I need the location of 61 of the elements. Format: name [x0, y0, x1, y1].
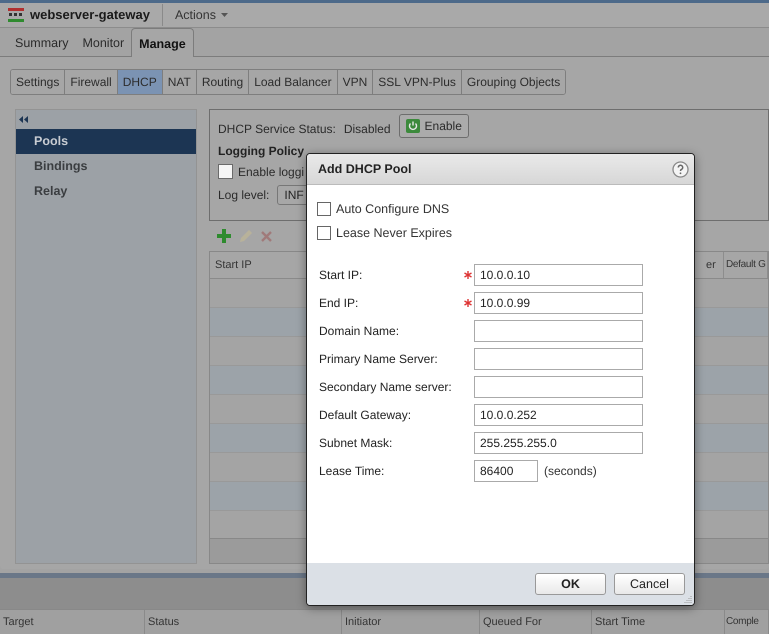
checkbox[interactable]	[317, 226, 331, 240]
ok-button[interactable]: OK	[535, 573, 606, 595]
input-field[interactable]: 10.0.0.99	[474, 292, 643, 314]
input-field[interactable]	[474, 348, 643, 370]
input-field[interactable]: 10.0.0.252	[474, 404, 643, 426]
checkbox-label: Enable loggi	[238, 164, 304, 179]
field-label: Subnet Mask:	[319, 436, 394, 450]
subtab[interactable]: VPN	[338, 70, 374, 94]
subtab[interactable]: Settings	[11, 70, 66, 94]
column-header[interactable]: Queued For	[480, 610, 592, 634]
help-icon[interactable]	[672, 160, 689, 178]
column-header[interactable]: Start Time	[592, 610, 725, 634]
required-icon	[464, 299, 472, 307]
subtab[interactable]: DHCP	[118, 70, 163, 94]
checkbox[interactable]	[218, 164, 233, 180]
field-label: Domain Name:	[319, 324, 400, 338]
delete-icon[interactable]	[261, 230, 272, 242]
service-status-label: DHCP Service Status:	[218, 122, 336, 136]
dialog-title: Add DHCP Pool	[318, 162, 412, 176]
log-level-label: Log level:	[218, 188, 270, 202]
checkbox-label: Auto Configure DNS	[336, 202, 450, 216]
checkbox[interactable]	[317, 202, 331, 216]
column-header[interactable]: Default G	[724, 252, 768, 278]
actions-menu[interactable]: Actions	[174, 8, 228, 22]
tab[interactable]: Manage	[131, 28, 194, 58]
input-field[interactable]	[474, 376, 643, 398]
resize-grip-icon[interactable]	[684, 595, 692, 603]
input-field[interactable]: 10.0.0.10	[474, 264, 643, 286]
unit-label: (seconds)	[544, 464, 597, 478]
field-label: Secondary Name server:	[319, 380, 453, 394]
object-title: webserver-gateway	[30, 4, 163, 26]
column-header[interactable]: Target	[0, 610, 145, 634]
power-icon	[406, 119, 420, 134]
section-title: Logging Policy	[218, 144, 305, 158]
column-header[interactable]: Initiator	[342, 610, 480, 634]
field-label: Lease Time:	[319, 464, 386, 478]
required-icon	[464, 271, 472, 279]
column-header[interactable]: Comple	[725, 610, 769, 634]
field-label: Primary Name Server:	[319, 352, 439, 366]
input-field[interactable]	[474, 320, 643, 342]
add-icon[interactable]	[217, 229, 231, 244]
sidebar-item[interactable]: Pools	[16, 129, 196, 154]
caret-icon	[220, 12, 228, 17]
tab[interactable]: Monitor	[75, 30, 132, 56]
subtab[interactable]: NAT	[162, 70, 197, 94]
field-label: Default Gateway:	[319, 408, 412, 422]
column-header[interactable]: er	[696, 252, 724, 278]
sidebar-item[interactable]: Bindings	[16, 154, 196, 180]
input-field[interactable]: 255.255.255.0	[474, 432, 643, 454]
column-header[interactable]: Status	[145, 610, 342, 634]
enable-button[interactable]: Enable	[398, 114, 469, 138]
gateway-icon	[8, 8, 24, 22]
input-field[interactable]: 86400	[474, 460, 538, 482]
service-status-value: Disabled	[344, 122, 391, 136]
field-label: Start IP:	[319, 268, 364, 282]
tab[interactable]: Summary	[8, 30, 76, 56]
collapse-icon[interactable]	[19, 116, 28, 124]
sidebar-item[interactable]: Relay	[16, 179, 196, 204]
checkbox-label: Lease Never Expires	[336, 226, 452, 240]
cancel-button[interactable]: Cancel	[614, 573, 685, 595]
field-label: End IP:	[319, 296, 360, 310]
